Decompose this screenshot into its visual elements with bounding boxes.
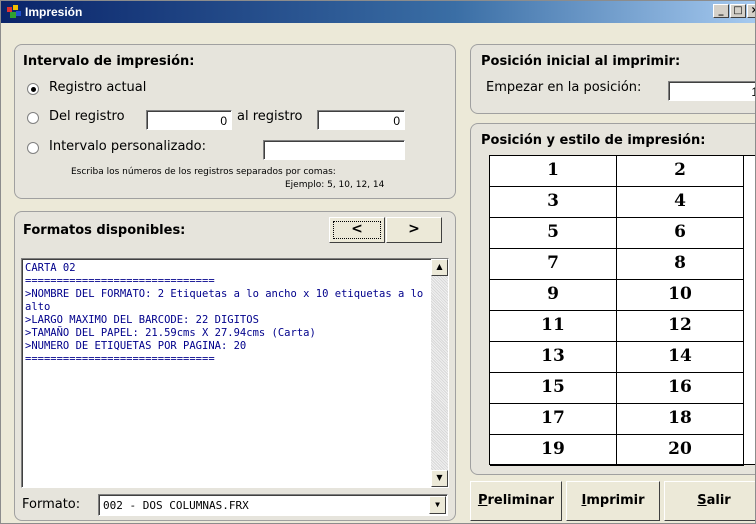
- layout-title: Posición y estilo de impresión:: [481, 133, 706, 148]
- radio-current-record-label[interactable]: Registro actual: [49, 80, 146, 95]
- maximize-button[interactable]: □: [730, 4, 746, 18]
- label-position-cell[interactable]: 20: [617, 435, 744, 466]
- scroll-down-icon[interactable]: ▼: [431, 470, 448, 487]
- radio-custom-range[interactable]: [27, 142, 39, 154]
- label-position-cell[interactable]: 18: [617, 404, 744, 435]
- format-select[interactable]: 002 - DOS COLUMNAS.FRX ▼: [98, 494, 448, 516]
- label-position-cell[interactable]: 1: [490, 156, 617, 187]
- minimize-button[interactable]: _: [713, 4, 729, 18]
- description-line: >LARGO MAXIMO DEL BARCODE: 22 DIGITOS: [25, 314, 259, 326]
- formats-title: Formatos disponibles:: [23, 223, 186, 238]
- format-description-box[interactable]: CARTA 02 ============================== >N…: [21, 258, 449, 488]
- format-select-value: 002 - DOS COLUMNAS.FRX: [103, 499, 249, 512]
- custom-range-hint: Escriba los números de los registros sep…: [71, 167, 336, 177]
- print-label: mprimir: [586, 493, 645, 508]
- label-position-grid: 1 2 3 4 5 6 7 8 9 10 11 12 13 14 15 16 17 18 19 20: [489, 155, 755, 466]
- format-description-text: CARTA 02 ============================== >N…: [25, 262, 425, 366]
- exit-button[interactable]: Salir: [664, 481, 755, 521]
- to-record-input[interactable]: 0: [317, 110, 405, 130]
- exit-label: alir: [706, 493, 731, 508]
- radio-custom-range-label[interactable]: Intervalo personalizado:: [49, 139, 206, 154]
- label-position-cell[interactable]: 19: [490, 435, 617, 466]
- label-position-cell[interactable]: 12: [617, 311, 744, 342]
- label-position-cell[interactable]: 5: [490, 218, 617, 249]
- label-position-cell[interactable]: 16: [617, 373, 744, 404]
- label-position-cell[interactable]: 14: [617, 342, 744, 373]
- prev-format-button[interactable]: <: [329, 217, 385, 243]
- label-position-cell[interactable]: 15: [490, 373, 617, 404]
- label-position-cell[interactable]: 11: [490, 311, 617, 342]
- exit-accel: S: [697, 493, 707, 508]
- radio-current-record[interactable]: [27, 83, 39, 95]
- label-position-cell[interactable]: 6: [617, 218, 744, 249]
- to-record-label: al registro: [237, 109, 303, 124]
- app-icon: [7, 5, 21, 18]
- title-bar[interactable]: Impresión _ □ ×: [1, 1, 755, 23]
- radio-from-record[interactable]: [27, 112, 39, 124]
- preview-label: reliminar: [487, 493, 555, 508]
- chevron-down-icon[interactable]: ▼: [429, 496, 446, 514]
- label-position-cell[interactable]: 2: [617, 156, 744, 187]
- print-dialog: Impresión _ □ × Intervalo de impresión: …: [0, 0, 756, 524]
- radio-from-record-label[interactable]: Del registro: [49, 109, 125, 124]
- custom-range-example: Ejemplo: 5, 10, 12, 14: [285, 180, 385, 190]
- start-position-label: Empezar en la posición:: [486, 80, 642, 95]
- print-range-title: Intervalo de impresión:: [23, 54, 195, 69]
- label-position-cell[interactable]: 3: [490, 187, 617, 218]
- label-position-cell[interactable]: 8: [617, 249, 744, 280]
- format-label: Formato:: [22, 497, 81, 512]
- start-position-title: Posición inicial al imprimir:: [481, 54, 681, 69]
- label-position-cell[interactable]: 4: [617, 187, 744, 218]
- custom-range-input[interactable]: [263, 140, 405, 160]
- next-format-button[interactable]: >: [386, 217, 442, 243]
- label-position-cell[interactable]: 9: [490, 280, 617, 311]
- description-line: ==============================: [25, 353, 215, 365]
- description-line: >NUMERO DE ETIQUETAS POR PAGINA: 20: [25, 340, 247, 352]
- from-record-input[interactable]: 0: [146, 110, 232, 130]
- label-position-cell[interactable]: 13: [490, 342, 617, 373]
- window-title: Impresión: [25, 5, 83, 19]
- label-position-cell[interactable]: 10: [617, 280, 744, 311]
- description-line: CARTA 02: [25, 262, 76, 274]
- scroll-up-icon[interactable]: ▲: [431, 259, 448, 276]
- close-button[interactable]: ×: [747, 4, 755, 18]
- print-button[interactable]: Imprimir: [566, 481, 660, 521]
- description-scrollbar[interactable]: ▲ ▼: [431, 259, 448, 487]
- description-line: >TAMAÑO DEL PAPEL: 21.59cms X 27.94cms (…: [25, 327, 316, 339]
- description-line: ==============================: [25, 275, 215, 287]
- description-line: >NOMBRE DEL FORMATO: 2 Etiquetas a lo an…: [25, 288, 430, 313]
- label-position-cell[interactable]: 17: [490, 404, 617, 435]
- label-position-cell[interactable]: 7: [490, 249, 617, 280]
- preview-button[interactable]: Preliminar: [470, 481, 562, 521]
- start-position-input[interactable]: 1: [668, 81, 755, 101]
